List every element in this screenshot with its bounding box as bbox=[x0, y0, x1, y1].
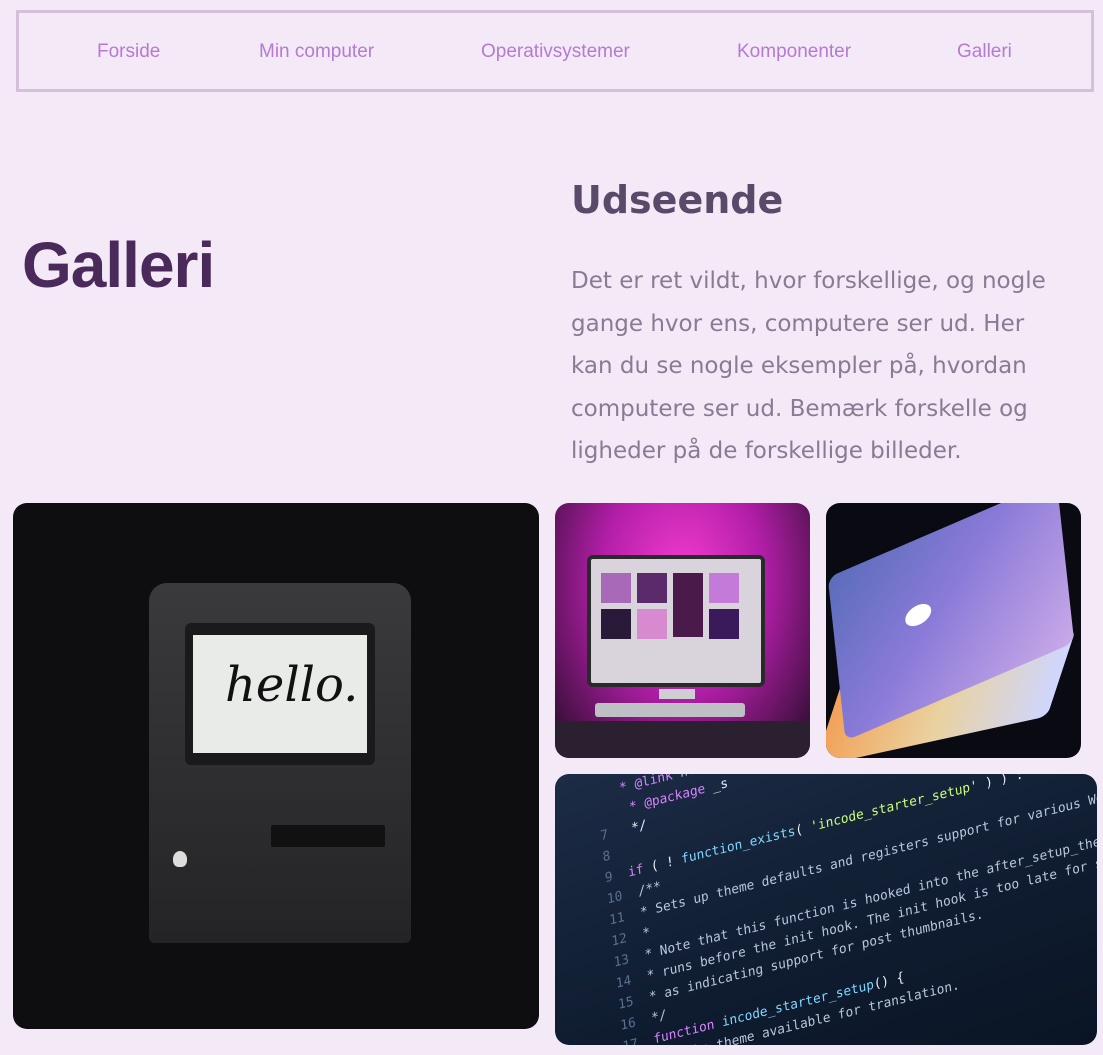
gallery-image-vintage-mac: hello. bbox=[13, 503, 539, 1029]
top-navigation: Forside Min computer Operativsystemer Ko… bbox=[16, 10, 1094, 92]
nav-link-komponenter[interactable]: Komponenter bbox=[737, 41, 851, 63]
desk-monitor bbox=[587, 555, 765, 687]
line-number bbox=[599, 813, 622, 819]
apple-logo-icon bbox=[173, 851, 187, 867]
nav-link-forside[interactable]: Forside bbox=[97, 41, 160, 63]
mac-screen: hello. bbox=[193, 635, 367, 753]
code-token: ( ! bbox=[650, 852, 683, 875]
nav-link-operativsystemer[interactable]: Operativsystemer bbox=[481, 41, 630, 63]
keyboard bbox=[595, 703, 745, 717]
mac-screen-bezel: hello. bbox=[185, 623, 375, 765]
nav-link-min-computer[interactable]: Min computer bbox=[259, 41, 374, 63]
line-number bbox=[596, 792, 619, 798]
apple-logo-icon bbox=[904, 599, 933, 631]
code-token: ( bbox=[794, 820, 812, 839]
desk-surface bbox=[555, 721, 810, 758]
floppy-slot bbox=[271, 825, 385, 847]
code-token: */ bbox=[623, 817, 648, 839]
page-title: Galleri bbox=[22, 229, 215, 301]
mac-computer-illustration: hello. bbox=[149, 583, 411, 943]
code-token: */ bbox=[642, 1007, 668, 1029]
code-listing: * @link https://developer.wordpress.org … bbox=[595, 774, 1097, 1045]
code-token: * bbox=[634, 925, 651, 944]
nav-link-galleri[interactable]: Galleri bbox=[957, 41, 1012, 63]
section-description: Det er ret vildt, hvor forskellige, og n… bbox=[571, 268, 1046, 464]
section-title: Udseende bbox=[571, 178, 784, 222]
gallery-image-laptop bbox=[826, 503, 1081, 758]
code-token: if bbox=[627, 859, 652, 881]
monitor-stand bbox=[659, 689, 695, 699]
code-token: _s bbox=[711, 775, 729, 795]
gallery-image-code-screen: * @link https://developer.wordpress.org … bbox=[555, 774, 1097, 1045]
gallery-image-desk-setup bbox=[555, 503, 810, 758]
mac-screen-hello-text: hello. bbox=[225, 657, 359, 713]
